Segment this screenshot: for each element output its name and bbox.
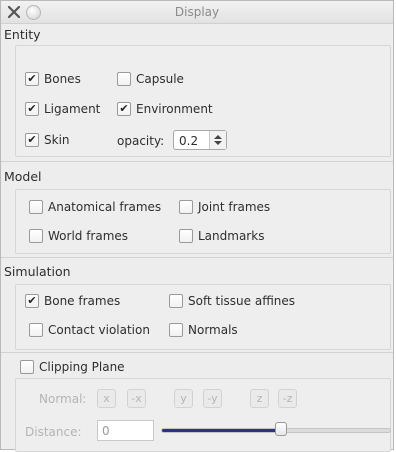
normal-y-button[interactable]: y xyxy=(174,389,193,408)
distance-slider-handle[interactable] xyxy=(274,422,287,436)
capsule-checkbox[interactable] xyxy=(117,72,131,86)
title-bar: Display xyxy=(1,1,393,24)
contact-violation-checkbox[interactable] xyxy=(29,323,43,337)
bone-frames-label: Bone frames xyxy=(44,294,121,308)
distance-label: Distance: xyxy=(25,425,82,439)
joint-frames-checkbox[interactable] xyxy=(179,200,193,214)
skin-label: Skin xyxy=(44,133,70,147)
window-title: Display xyxy=(174,5,220,19)
skin-checkbox[interactable] xyxy=(25,133,39,147)
world-frames-label: World frames xyxy=(48,229,129,243)
world-frames-checkbox[interactable] xyxy=(29,229,43,243)
landmarks-label: Landmarks xyxy=(198,229,265,243)
ligament-label: Ligament xyxy=(44,102,101,116)
landmarks-checkbox-row[interactable]: Landmarks xyxy=(179,227,264,245)
environment-checkbox[interactable] xyxy=(117,102,131,116)
anatomical-frames-checkbox[interactable] xyxy=(29,200,43,214)
entity-section-label: Entity xyxy=(4,27,41,42)
distance-input[interactable]: 0 xyxy=(97,420,154,441)
arrow-down-icon[interactable] xyxy=(214,141,222,145)
soft-tissue-affines-checkbox-row[interactable]: Soft tissue affines xyxy=(169,292,295,310)
normals-label: Normals xyxy=(188,323,238,337)
world-frames-checkbox-row[interactable]: World frames xyxy=(29,227,128,245)
anatomical-frames-label: Anatomical frames xyxy=(48,200,162,214)
bone-frames-checkbox-row[interactable]: Bone frames xyxy=(25,292,120,310)
opacity-label: opacity: xyxy=(117,134,165,148)
bone-frames-checkbox[interactable] xyxy=(25,294,39,308)
separator xyxy=(1,257,393,258)
capsule-label: Capsule xyxy=(136,72,184,86)
capsule-checkbox-row[interactable]: Capsule xyxy=(117,70,184,88)
environment-checkbox-row[interactable]: Environment xyxy=(117,100,213,118)
clipping-plane-label: Clipping Plane xyxy=(39,360,125,374)
skin-checkbox-row[interactable]: Skin xyxy=(25,131,70,149)
normals-checkbox[interactable] xyxy=(169,323,183,337)
environment-label: Environment xyxy=(136,102,213,116)
bones-checkbox[interactable] xyxy=(25,72,39,86)
soft-tissue-affines-label: Soft tissue affines xyxy=(188,294,296,308)
separator xyxy=(1,352,393,353)
normal-neg-z-button[interactable]: -z xyxy=(278,389,297,408)
anatomical-frames-checkbox-row[interactable]: Anatomical frames xyxy=(29,198,161,216)
ligament-checkbox-row[interactable]: Ligament xyxy=(25,100,100,118)
normal-label: Normal: xyxy=(39,392,87,406)
contact-violation-label: Contact violation xyxy=(48,323,150,337)
separator xyxy=(1,161,393,162)
bones-checkbox-row[interactable]: Bones xyxy=(25,70,81,88)
opacity-stepper[interactable] xyxy=(209,131,226,149)
normal-neg-x-button[interactable]: -x xyxy=(127,389,146,408)
ligament-checkbox[interactable] xyxy=(25,102,39,116)
joint-frames-checkbox-row[interactable]: Joint frames xyxy=(179,198,270,216)
contact-violation-checkbox-row[interactable]: Contact violation xyxy=(29,321,150,339)
joint-frames-label: Joint frames xyxy=(198,200,271,214)
arrow-up-icon[interactable] xyxy=(214,135,222,139)
model-section-label: Model xyxy=(4,169,42,184)
normal-neg-y-button[interactable]: -y xyxy=(203,389,222,408)
normal-z-button[interactable]: z xyxy=(250,389,269,408)
soft-tissue-affines-checkbox[interactable] xyxy=(169,294,183,308)
display-window: Display Entity Bones Capsule Ligament En… xyxy=(0,0,394,452)
normal-x-button[interactable]: x xyxy=(97,389,116,408)
distance-slider-fill xyxy=(162,429,282,432)
clipping-plane-checkbox[interactable] xyxy=(20,360,34,374)
simulation-section-label: Simulation xyxy=(4,264,71,279)
opacity-spinbox[interactable]: 0.2 xyxy=(173,130,227,150)
landmarks-checkbox[interactable] xyxy=(179,229,193,243)
opacity-value: 0.2 xyxy=(179,134,199,148)
bones-label: Bones xyxy=(44,72,81,86)
normals-checkbox-row[interactable]: Normals xyxy=(169,321,238,339)
clipping-plane-checkbox-row[interactable]: Clipping Plane xyxy=(20,358,125,376)
